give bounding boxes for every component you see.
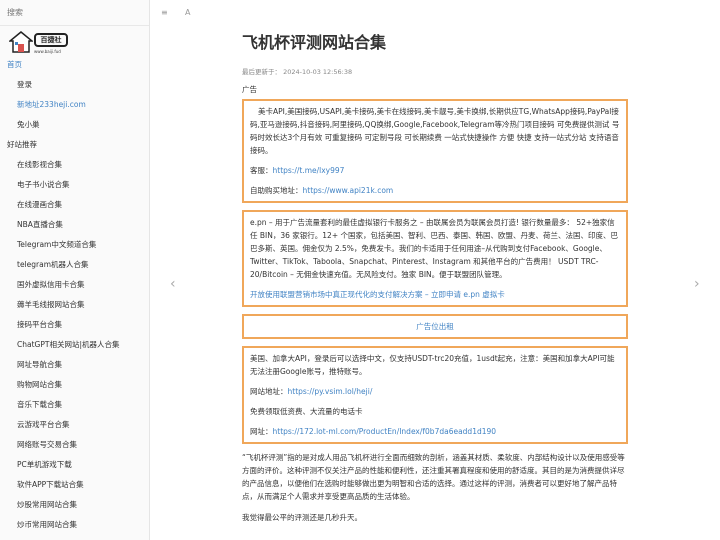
sidebar-item[interactable]: 网址导航合集 [0, 356, 149, 376]
ad-label: 广告 [242, 85, 257, 94]
ad3-url-label: 网址： [250, 427, 273, 436]
sidebar-item[interactable]: 薅羊毛线报网站合集 [0, 296, 149, 316]
ad1-buy-label: 自助购买地址： [250, 186, 303, 195]
sidebar-item[interactable]: 炒股常用网站合集 [0, 496, 149, 516]
font-icon[interactable]: A [185, 8, 190, 17]
sidebar-nav: 首页 登录 新地址233heji.com 兔小巢 好站推荐 在线影视合集 电子书小说合集 在线… [0, 56, 149, 536]
sidebar-item[interactable]: 在线影视合集 [0, 156, 149, 176]
house-logo-icon [9, 31, 33, 53]
sidebar-item[interactable]: 登录 [0, 76, 149, 96]
ad2-text: e.pn – 用于广告流量套利的最佳虚拟银行卡服务之 – 由联属会员为联属会员打… [250, 218, 618, 279]
ad3-text: 美国、加拿大API，登录后可以选择中文，仅支持USDT-trc20充值，1usd… [250, 354, 615, 376]
intro-paragraph: “飞机杯评测”指的是对成人用品飞机杯进行全面而细致的剖析，涵盖其材质、柔软度、内… [242, 453, 625, 501]
sidebar-item[interactable]: 软件APP下载站合集 [0, 476, 149, 496]
sidebar-item[interactable]: 音乐下载合集 [0, 396, 149, 416]
ad1-service-label: 客服： [250, 166, 273, 175]
ad-box-vsim: 美国、加拿大API，登录后可以选择中文，仅支持USDT-trc20充值，1usd… [242, 346, 628, 444]
prev-page-icon[interactable]: ‹ [170, 276, 176, 292]
sidebar-item[interactable]: PC单机游戏下载 [0, 456, 149, 476]
sidebar-item[interactable]: 国外虚拟信用卡合集 [0, 276, 149, 296]
logo-url: www.baiji.fud [34, 49, 61, 54]
updated-time: 最后更新于： 2024-10-03 12:56:38 [242, 68, 353, 76]
sidebar-item[interactable]: ChatGPT相关网站|机器人合集 [0, 336, 149, 356]
sidebar-item[interactable]: 兔小巢 [0, 116, 149, 136]
sidebar-item[interactable]: 电子书小说合集 [0, 176, 149, 196]
ad3-free: 免费领取低资费、大流量的电话卡 [250, 407, 363, 416]
page: 搜索 百捷社 www.baiji.fud 首页 登录 新地址233heji.com 兔… [0, 0, 720, 540]
ad1-text: 美卡API,美国接码,USAPI,美卡接码,美卡在线接码,美卡靓号,美卡换绑,长… [250, 107, 620, 155]
ad1-service-link[interactable]: https://t.me/lxy997 [273, 166, 345, 175]
logo-badge: 百捷社 [34, 33, 68, 47]
sidebar-item[interactable]: 首页 [0, 56, 149, 76]
sidebar-item[interactable]: 在线漫画合集 [0, 196, 149, 216]
sidebar-item[interactable]: 接码平台合集 [0, 316, 149, 336]
ad1-buy: 自助购买地址：https://www.api21k.com [250, 184, 620, 197]
ad2-link[interactable]: 开放使用联盟营销市场中真正现代化的支付解决方案 – 立即申请 e.pn 虚拟卡 [250, 290, 505, 299]
ad3-url: 网址：https://172.lot-ml.com/ProductEn/Inde… [250, 425, 620, 438]
sidebar: 搜索 百捷社 www.baiji.fud 首页 登录 新地址233heji.com 兔… [0, 0, 150, 540]
sidebar-item[interactable]: 新地址233heji.com [0, 96, 149, 116]
page-title: 飞机杯评测网站合集 [242, 33, 387, 52]
menu-icon[interactable]: ≡ [161, 8, 168, 17]
sidebar-item[interactable]: 购物网站合集 [0, 376, 149, 396]
ad3-site-link[interactable]: https://py.vsim.lol/heji/ [288, 387, 373, 396]
sidebar-item[interactable]: Telegram中文频道合集 [0, 236, 149, 256]
closing-paragraph: 我觉得最公平的评测还是几秒升天。 [242, 513, 362, 522]
sidebar-item[interactable]: 网络账号交易合集 [0, 436, 149, 456]
next-page-icon[interactable]: › [694, 276, 700, 292]
sidebar-item[interactable]: 好站推荐 [0, 136, 149, 156]
ad-box-api21k: 美卡API,美国接码,USAPI,美卡接码,美卡在线接码,美卡靓号,美卡换绑,长… [242, 99, 628, 203]
ad1-service: 客服：https://t.me/lxy997 [250, 164, 620, 177]
ad-slot-box: 广告位出租 [242, 314, 628, 339]
ad-box-epn: e.pn – 用于广告流量套利的最佳虚拟银行卡服务之 – 由联属会员为联属会员打… [242, 210, 628, 307]
ad1-buy-link[interactable]: https://www.api21k.com [303, 186, 394, 195]
sidebar-item[interactable]: 炒币常用网站合集 [0, 516, 149, 536]
ad3-site: 网站地址：https://py.vsim.lol/heji/ [250, 385, 620, 398]
sidebar-item[interactable]: telegram机器人合集 [0, 256, 149, 276]
ad3-site-label: 网站地址： [250, 387, 288, 396]
sidebar-item[interactable]: NBA直播合集 [0, 216, 149, 236]
ad-slot-link[interactable]: 广告位出租 [416, 322, 454, 331]
site-logo[interactable]: 百捷社 www.baiji.fud [9, 31, 73, 57]
ad3-url-link[interactable]: https://172.lot-ml.com/ProductEn/Index/f… [273, 427, 497, 436]
sidebar-item[interactable]: 云游戏平台合集 [0, 416, 149, 436]
search-input[interactable]: 搜索 [0, 0, 149, 26]
article: 飞机杯评测网站合集 最后更新于： 2024-10-03 12:56:38 广告 … [242, 32, 628, 532]
toolbar: ≡ A [150, 0, 720, 26]
